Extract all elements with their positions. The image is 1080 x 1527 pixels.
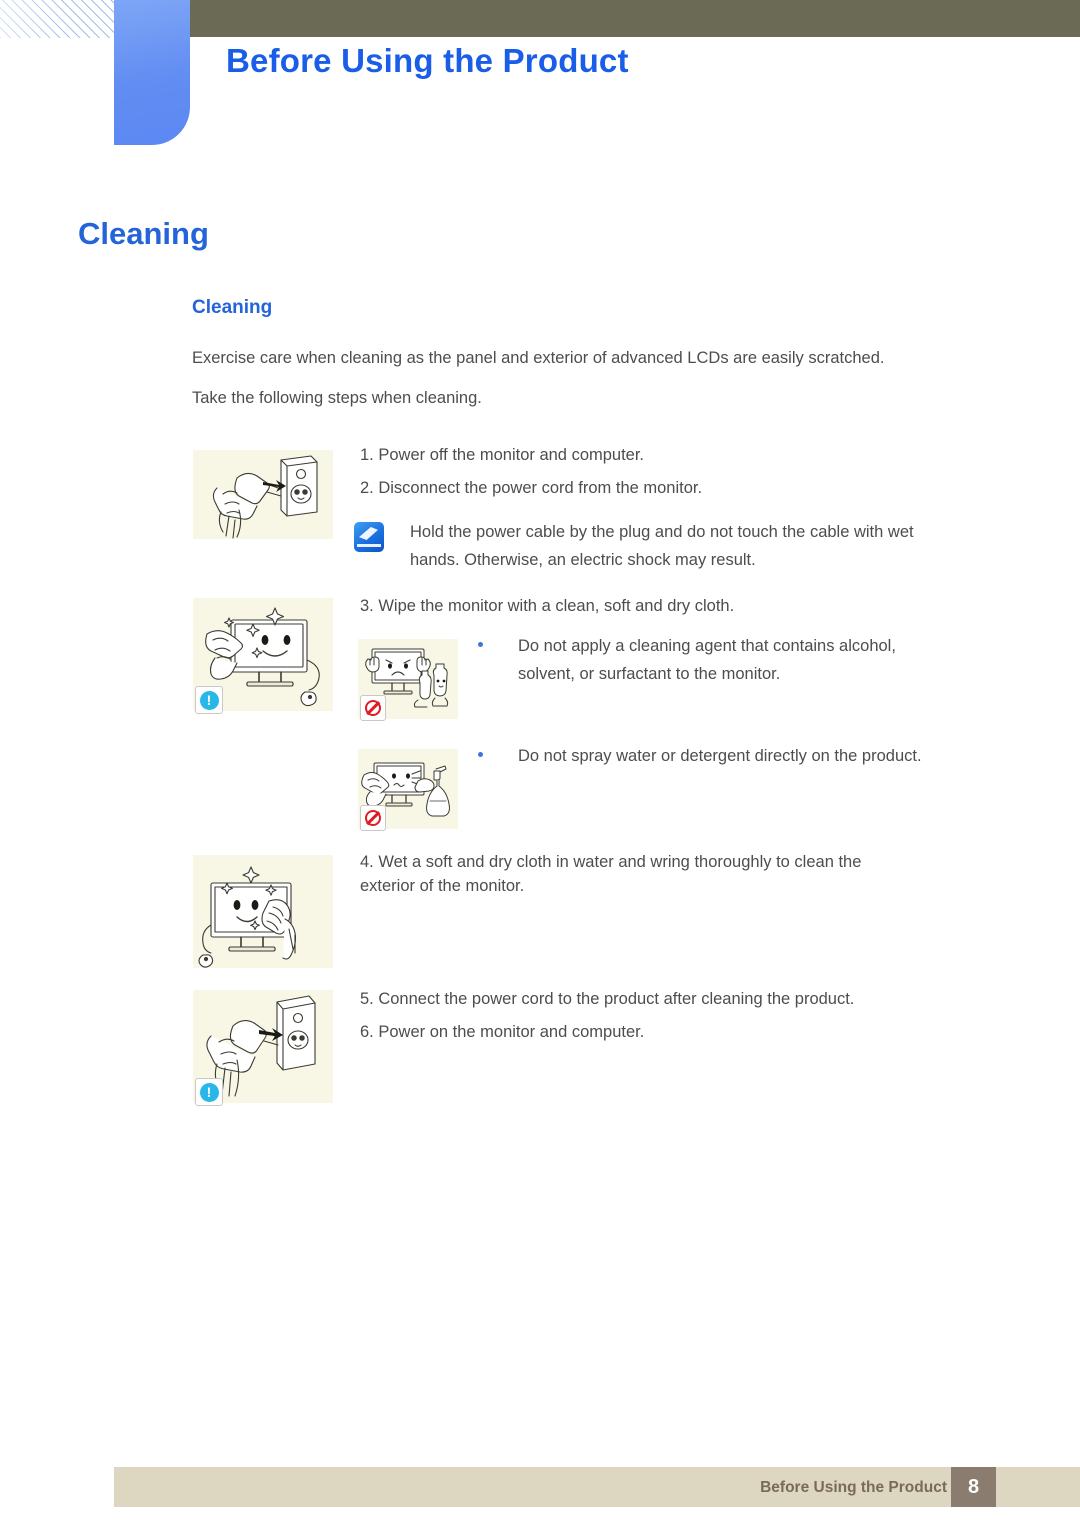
prohibited-badge [360, 695, 386, 721]
header-blue-tab [114, 0, 190, 145]
bullet-dot-icon [478, 752, 483, 757]
wet-cloth-clean-exterior-illustration [193, 855, 333, 968]
pencil-base-shape [357, 544, 381, 547]
corner-hatch-fade [0, 0, 114, 38]
prohibition-icon [365, 810, 381, 826]
intro-paragraph-1: Exercise care when cleaning as the panel… [192, 349, 885, 367]
step-3-text: 3. Wipe the monitor with a clean, soft a… [360, 597, 735, 615]
step-1-text: 1. Power off the monitor and computer. [360, 446, 645, 464]
prohibited-badge [360, 805, 386, 831]
step-5-text: 5. Connect the power cord to the product… [360, 990, 855, 1008]
unplug-power-cord-illustration [193, 450, 333, 539]
exclamation-icon: ! [199, 1082, 219, 1102]
exclamation-icon: ! [199, 690, 219, 710]
note-text: Hold the power cable by the plug and do … [410, 523, 914, 569]
section-subtitle: Cleaning [192, 297, 273, 318]
info-badge: ! [195, 686, 223, 714]
info-badge: ! [195, 1078, 223, 1106]
bullet-text: Do not apply a cleaning agent that conta… [518, 637, 896, 683]
footer-chapter-label: Before Using the Product [760, 1479, 947, 1496]
step-6-text: 6. Power on the monitor and computer. [360, 1023, 645, 1041]
page-number: 8 [951, 1467, 996, 1507]
header-olive-bar [190, 0, 1080, 37]
bullet-dot-icon [478, 642, 483, 647]
step-2-text: 2. Disconnect the power cord from the mo… [360, 479, 703, 497]
bullet-text: Do not spray water or detergent directly… [518, 747, 922, 765]
pencil-nib-shape [359, 527, 378, 540]
prohibition-icon [365, 700, 381, 716]
step-4-text: 4. Wet a soft and dry cloth in water and… [360, 853, 866, 895]
intro-paragraph-2: Take the following steps when cleaning. [192, 389, 482, 407]
page-title: Cleaning [78, 216, 209, 251]
note-pencil-icon [354, 522, 384, 552]
chapter-title: Before Using the Product [226, 42, 629, 79]
